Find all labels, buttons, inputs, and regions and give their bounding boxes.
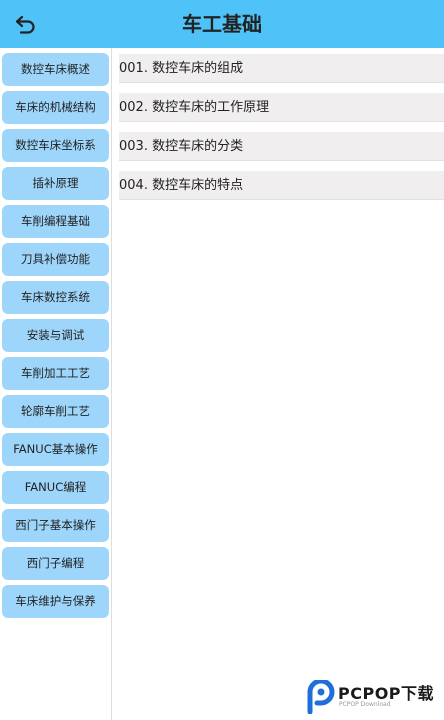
list-item[interactable]: 003. 数控车床的分类	[119, 132, 444, 161]
sidebar-item-tool-compensation[interactable]: 刀具补偿功能	[2, 243, 109, 276]
sidebar-item-maintenance[interactable]: 车床维护与保养	[2, 585, 109, 618]
list-item[interactable]: 002. 数控车床的工作原理	[119, 93, 444, 122]
sidebar-item-coordinate-system[interactable]: 数控车床坐标系	[2, 129, 109, 162]
lesson-list: 001. 数控车床的组成 002. 数控车床的工作原理 003. 数控车床的分类…	[113, 48, 444, 720]
sidebar-item-mechanical-structure[interactable]: 车床的机械结构	[2, 91, 109, 124]
watermark: PCPOP下载 PCPOP Download	[306, 678, 442, 718]
sidebar-item-cnc-system[interactable]: 车床数控系统	[2, 281, 109, 314]
sidebar-item-siemens-operation[interactable]: 西门子基本操作	[2, 509, 109, 542]
sidebar-item-fanuc-operation[interactable]: FANUC基本操作	[2, 433, 109, 466]
sidebar-item-cnc-overview[interactable]: 数控车床概述	[2, 53, 109, 86]
list-item[interactable]: 001. 数控车床的组成	[119, 54, 444, 83]
sidebar-item-machining-process[interactable]: 车削加工工艺	[2, 357, 109, 390]
app-header: 车工基础	[0, 0, 444, 48]
sidebar-item-siemens-programming[interactable]: 西门子编程	[2, 547, 109, 580]
list-item[interactable]: 004. 数控车床的特点	[119, 171, 444, 200]
sidebar-item-programming-basics[interactable]: 车削编程基础	[2, 205, 109, 238]
pcpop-logo-icon	[307, 680, 335, 714]
sidebar-item-fanuc-programming[interactable]: FANUC编程	[2, 471, 109, 504]
sidebar: 数控车床概述 车床的机械结构 数控车床坐标系 插补原理 车削编程基础 刀具补偿功…	[0, 48, 112, 720]
watermark-subtext: PCPOP Download	[339, 701, 391, 708]
sidebar-item-interpolation[interactable]: 插补原理	[2, 167, 109, 200]
sidebar-item-installation[interactable]: 安装与调试	[2, 319, 109, 352]
page-title: 车工基础	[182, 12, 262, 36]
sidebar-item-contour-turning[interactable]: 轮廓车削工艺	[2, 395, 109, 428]
